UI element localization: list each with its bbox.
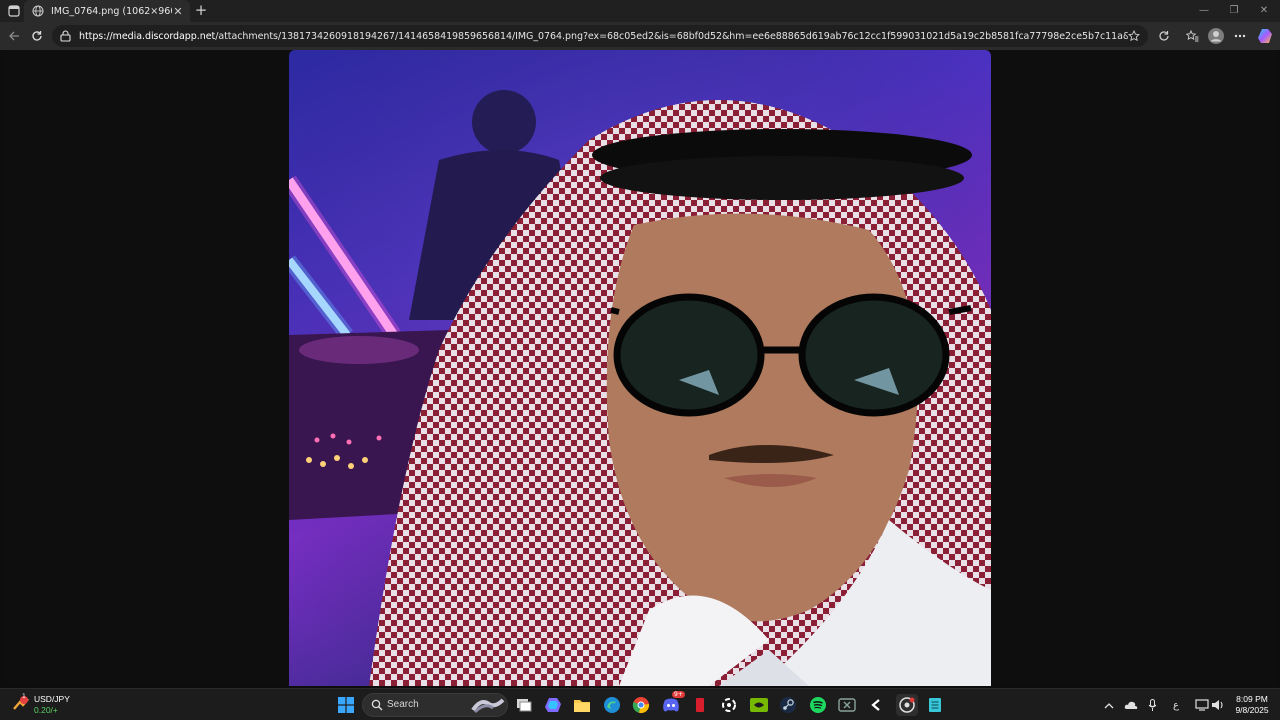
stock-widget-label: USD/JPY: [34, 694, 70, 704]
image-viewport: [3, 50, 1277, 686]
minimize-icon[interactable]: —: [1196, 3, 1212, 19]
edge-icon[interactable]: [602, 695, 622, 715]
window-close-icon[interactable]: ✕: [1256, 3, 1272, 19]
steam-icon[interactable]: [778, 695, 798, 715]
stock-widget[interactable]: 1 USD/JPY 0.20/+: [12, 693, 92, 717]
globe-icon: [32, 5, 44, 17]
browser-toolbar: https://media.discordapp.net/attachments…: [0, 22, 1280, 50]
red-app-icon[interactable]: [690, 695, 710, 715]
chrome-icon[interactable]: [631, 695, 651, 715]
profile-avatar-icon[interactable]: [1208, 28, 1224, 44]
back-icon[interactable]: [6, 28, 22, 44]
file-explorer-icon[interactable]: [572, 695, 592, 715]
windows-taskbar: 1 USD/JPY 0.20/+ Search 9+ ع 8:09 PM 9/8…: [0, 688, 1280, 720]
refresh-extension-icon[interactable]: [1156, 28, 1172, 44]
displayed-image[interactable]: [289, 50, 991, 686]
arrow-app-icon[interactable]: [866, 695, 886, 715]
stock-widget-value: 0.20/+: [34, 705, 58, 715]
spotify-icon[interactable]: [808, 695, 828, 715]
capture-app-icon[interactable]: [719, 695, 739, 715]
favorites-icon[interactable]: [1184, 28, 1200, 44]
search-icon: [371, 699, 383, 711]
url-path: /attachments/1381734260918194267/1414658…: [215, 30, 1128, 42]
chevron-up-icon[interactable]: [1101, 697, 1117, 713]
xbox-icon[interactable]: [837, 695, 857, 715]
new-tab-icon[interactable]: +: [193, 2, 209, 18]
network-icon[interactable]: [1194, 697, 1210, 713]
favorite-star-icon[interactable]: [1128, 30, 1140, 42]
task-view-icon[interactable]: [514, 695, 534, 715]
tab-actions-icon[interactable]: [6, 3, 22, 19]
more-menu-icon[interactable]: [1232, 28, 1248, 44]
clock-date: 9/8/2025: [1235, 705, 1269, 715]
url-text: https://media.discordapp.net/attachments…: [79, 31, 1128, 42]
chrome-active-icon[interactable]: [896, 694, 918, 716]
system-clock[interactable]: 8:09 PM 9/8/2025: [1230, 694, 1274, 716]
address-bar[interactable]: https://media.discordapp.net/attachments…: [52, 25, 1148, 47]
clock-time: 8:09 PM: [1236, 694, 1268, 704]
language-indicator[interactable]: ع: [1168, 697, 1184, 713]
tab-title: IMG_0764.png (1062×960): [51, 5, 172, 17]
nvidia-icon[interactable]: [749, 695, 769, 715]
tab-strip: IMG_0764.png (1062×960) ✕ + — ❐ ✕: [0, 0, 1280, 22]
notepad-icon[interactable]: [925, 695, 945, 715]
discord-icon[interactable]: 9+: [661, 691, 685, 715]
close-icon[interactable]: ✕: [172, 5, 184, 18]
volume-icon[interactable]: [1210, 697, 1226, 713]
restore-icon[interactable]: ❐: [1226, 3, 1242, 19]
site-info-icon[interactable]: [60, 30, 71, 42]
onedrive-icon[interactable]: [1123, 697, 1139, 713]
url-host: https://media.discordapp.net: [79, 30, 216, 42]
search-placeholder: Search: [387, 699, 419, 710]
discord-badge: 9+: [672, 691, 685, 698]
microphone-icon[interactable]: [1144, 697, 1160, 713]
stock-widget-icon: [13, 696, 29, 710]
start-icon[interactable]: [336, 695, 356, 715]
search-highlight-icon: [471, 698, 505, 714]
taskbar-search[interactable]: Search: [362, 693, 508, 717]
copilot-icon[interactable]: [1257, 28, 1273, 44]
copilot-app-icon[interactable]: [543, 695, 563, 715]
reload-icon[interactable]: [29, 28, 45, 44]
browser-tab[interactable]: IMG_0764.png (1062×960) ✕: [24, 0, 190, 22]
photo-illustration: [289, 50, 991, 686]
stock-widget-badge: 1: [22, 693, 26, 700]
